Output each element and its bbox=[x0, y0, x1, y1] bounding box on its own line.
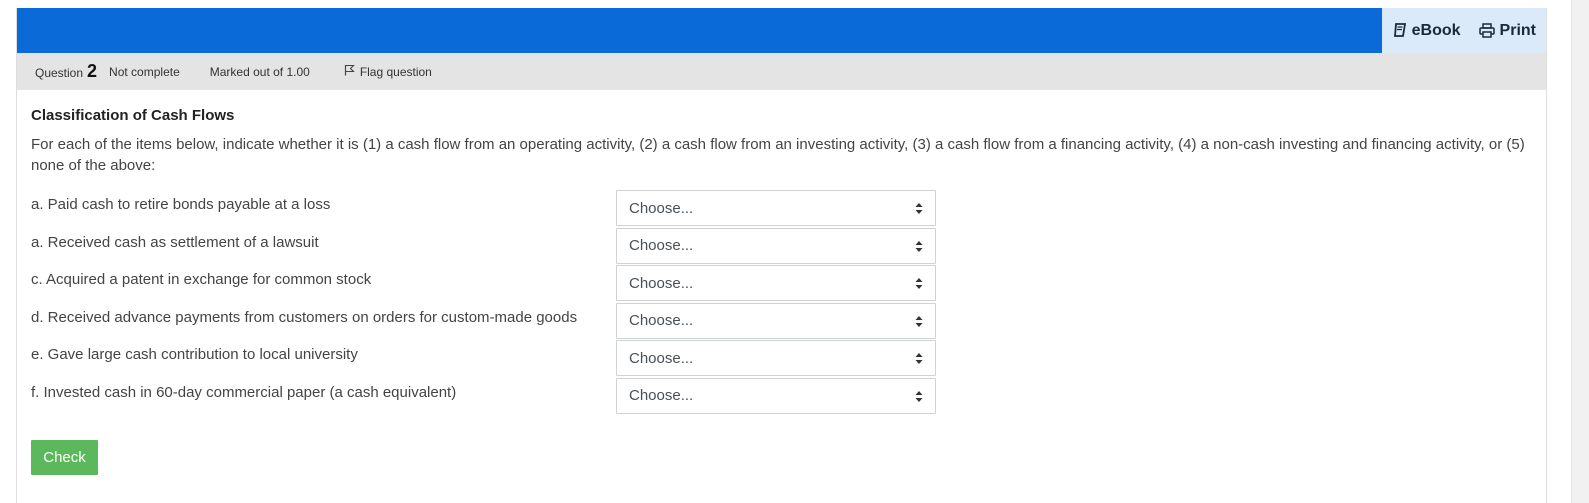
select-arrows-icon bbox=[915, 278, 923, 289]
classification-select[interactable]: Choose... bbox=[616, 265, 936, 301]
page-scrollbar[interactable] bbox=[1571, 0, 1589, 503]
item-label: d. Received advance payments from custom… bbox=[31, 308, 578, 326]
printer-icon bbox=[1478, 23, 1495, 38]
print-label: Print bbox=[1499, 21, 1536, 39]
item-label: f. Invested cash in 60-day commercial pa… bbox=[31, 383, 457, 401]
flag-question-link[interactable]: Flag question bbox=[344, 64, 432, 79]
select-arrows-icon bbox=[915, 240, 923, 252]
select-value: Choose... bbox=[629, 312, 694, 329]
check-button[interactable]: Check bbox=[31, 440, 98, 475]
item-label: e. Gave large cash contribution to local… bbox=[31, 346, 358, 363]
answer-row: a. Received cash as settlement of a laws… bbox=[31, 227, 1532, 266]
answer-row: f. Invested cash in 60-day commercial pa… bbox=[31, 377, 1532, 416]
answer-row: c. Acquired a patent in exchange for com… bbox=[31, 265, 1532, 303]
item-label: c. Acquired a patent in exchange for com… bbox=[31, 271, 372, 288]
top-bar: eBook Print bbox=[17, 8, 1546, 53]
print-link[interactable]: Print bbox=[1478, 21, 1536, 40]
question-number-label: Question 2 bbox=[35, 61, 97, 82]
select-value: Choose... bbox=[629, 274, 694, 292]
select-value: Choose... bbox=[629, 237, 694, 254]
select-arrows-icon bbox=[915, 315, 923, 327]
select-value: Choose... bbox=[629, 349, 694, 367]
classification-select[interactable]: Choose... bbox=[616, 340, 936, 376]
ebook-label: eBook bbox=[1411, 21, 1461, 39]
select-arrows-icon bbox=[915, 203, 923, 214]
ebook-link[interactable]: eBook bbox=[1393, 22, 1461, 40]
select-value: Choose... bbox=[629, 387, 694, 404]
item-label: a. Paid cash to retire bonds payable at … bbox=[31, 196, 331, 213]
classification-select[interactable]: Choose... bbox=[616, 227, 936, 264]
classification-select[interactable]: Choose... bbox=[616, 377, 936, 414]
toolbar-links: eBook Print bbox=[1382, 8, 1546, 53]
answer-row: e. Gave large cash contribution to local… bbox=[31, 340, 1532, 378]
item-label: a. Received cash as settlement of a laws… bbox=[31, 233, 319, 251]
question-content: Classification of Cash Flows For each of… bbox=[31, 90, 1532, 475]
select-arrows-icon bbox=[915, 390, 923, 402]
select-arrows-icon bbox=[915, 353, 923, 364]
answer-row: a. Paid cash to retire bonds payable at … bbox=[31, 190, 1532, 228]
answer-rows: a. Paid cash to retire bonds payable at … bbox=[31, 190, 1532, 415]
question-page: eBook Print Question 2 Not complete Mark… bbox=[16, 8, 1547, 503]
question-title: Classification of Cash Flows bbox=[31, 107, 235, 124]
select-value: Choose... bbox=[629, 199, 694, 217]
classification-select[interactable]: Choose... bbox=[616, 190, 936, 226]
flag-icon bbox=[344, 64, 355, 79]
question-state: Not complete bbox=[109, 64, 180, 79]
question-instructions: For each of the items below, indicate wh… bbox=[31, 136, 1525, 174]
book-icon bbox=[1393, 23, 1407, 38]
question-number: 2 bbox=[87, 61, 98, 81]
classification-select[interactable]: Choose... bbox=[616, 302, 936, 339]
answer-row: d. Received advance payments from custom… bbox=[31, 302, 1532, 341]
question-info-bar: Question 2 Not complete Marked out of 1.… bbox=[17, 53, 1546, 90]
question-grade: Marked out of 1.00 bbox=[209, 64, 310, 79]
flag-question-label: Flag question bbox=[359, 64, 432, 79]
question-word: Question bbox=[35, 66, 84, 80]
